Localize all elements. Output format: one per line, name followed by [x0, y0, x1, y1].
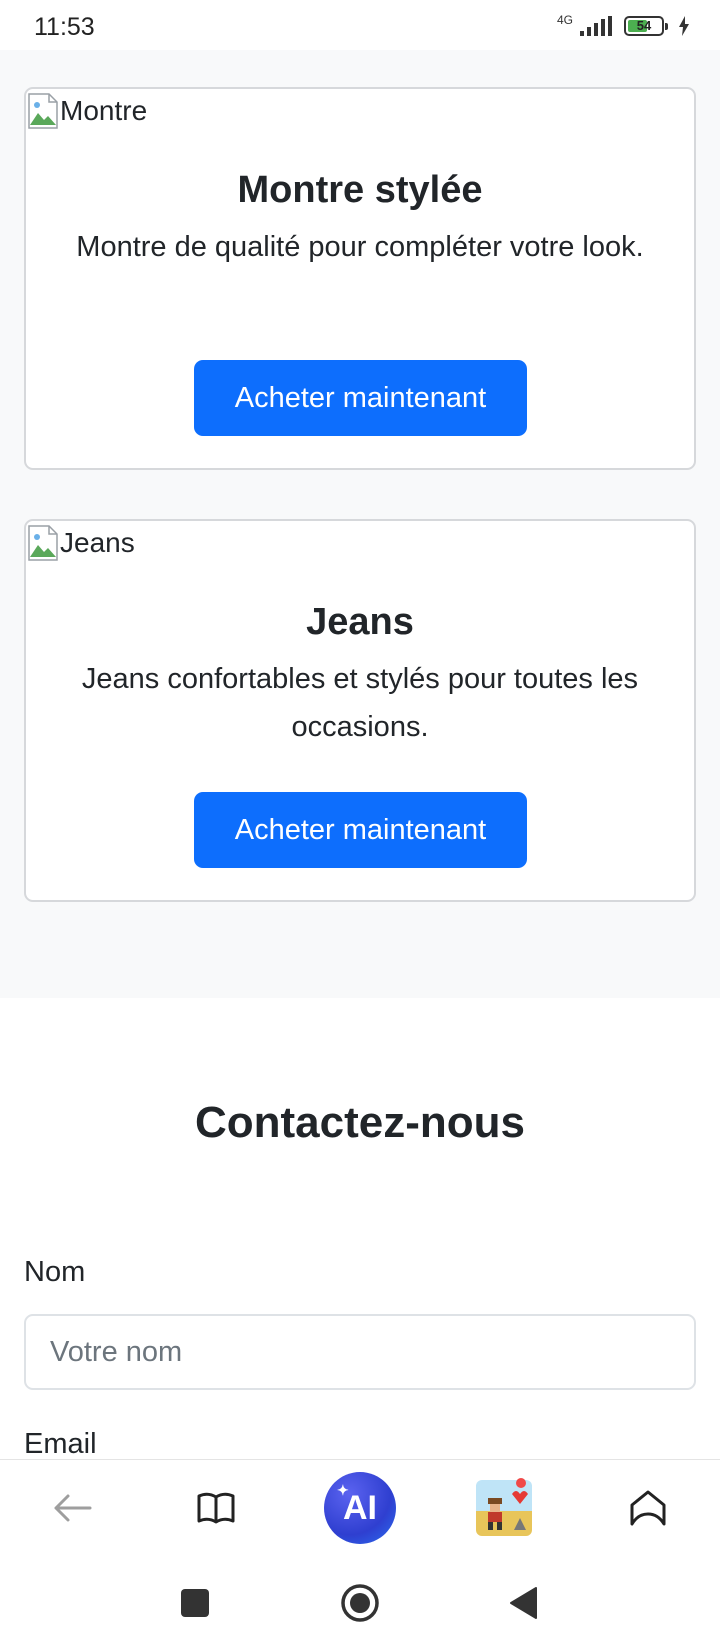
- product-description: Jeans confortables et stylés pour toutes…: [81, 663, 639, 743]
- product-title: Montre stylée: [237, 169, 483, 211]
- battery-level: 54: [636, 18, 652, 33]
- ai-icon: ✦ AI: [324, 1472, 396, 1544]
- sparkle-icon: ✦: [337, 1482, 349, 1498]
- product-card-watch: Montre Montre stylée Montre de qualité p…: [24, 87, 696, 470]
- image-alt-text: Jeans: [60, 527, 135, 558]
- product-card-jeans: Jeans Jeans Jeans confortables et stylés…: [24, 519, 696, 902]
- recents-icon: [181, 1588, 209, 1617]
- browser-back-button[interactable]: [32, 1460, 112, 1556]
- email-label: Email: [24, 1428, 97, 1460]
- contact-title: Contactez-nous: [195, 1098, 525, 1147]
- recents-button[interactable]: [150, 1555, 240, 1650]
- home-circle-icon: [341, 1583, 379, 1622]
- ai-assistant-button[interactable]: ✦ AI: [314, 1460, 406, 1556]
- status-time: 11:53: [34, 13, 95, 41]
- network-type: 4G: [556, 13, 573, 27]
- buy-now-button[interactable]: Acheter maintenant: [194, 360, 527, 436]
- browser-toolbar: ✦ AI: [0, 1459, 720, 1555]
- products-section: Montre Montre stylée Montre de qualité p…: [0, 50, 720, 998]
- browser-home-button[interactable]: [608, 1460, 688, 1556]
- bookmarks-button[interactable]: [176, 1460, 256, 1556]
- image-alt-text: Montre: [60, 95, 148, 126]
- broken-image-icon: [28, 93, 58, 129]
- game-button[interactable]: [464, 1460, 544, 1556]
- name-input[interactable]: [24, 1314, 696, 1390]
- book-icon: [197, 1492, 235, 1524]
- status-bar: 11:53 4G 54: [0, 0, 720, 50]
- home-icon: [630, 1490, 666, 1526]
- product-description: Montre de qualité pour compléter votre l…: [76, 231, 644, 263]
- name-label: Nom: [24, 1256, 86, 1288]
- broken-image-icon: [28, 525, 58, 561]
- product-image-watch: Montre: [28, 91, 147, 131]
- battery-icon: 54: [624, 16, 668, 36]
- charging-icon: [679, 16, 689, 36]
- back-arrow-icon: [54, 1494, 92, 1522]
- back-triangle-icon: [510, 1586, 537, 1619]
- system-home-button[interactable]: [315, 1555, 405, 1650]
- signal-icon: [580, 16, 612, 36]
- notification-dot: [516, 1478, 526, 1488]
- system-back-button[interactable]: [478, 1555, 568, 1650]
- buy-now-button[interactable]: Acheter maintenant: [194, 792, 527, 868]
- product-title: Jeans: [306, 601, 414, 643]
- system-nav-bar: [0, 1555, 720, 1650]
- product-image-jeans: Jeans: [28, 523, 135, 563]
- status-icons: 4G 54: [557, 14, 690, 38]
- game-icon: [476, 1480, 532, 1536]
